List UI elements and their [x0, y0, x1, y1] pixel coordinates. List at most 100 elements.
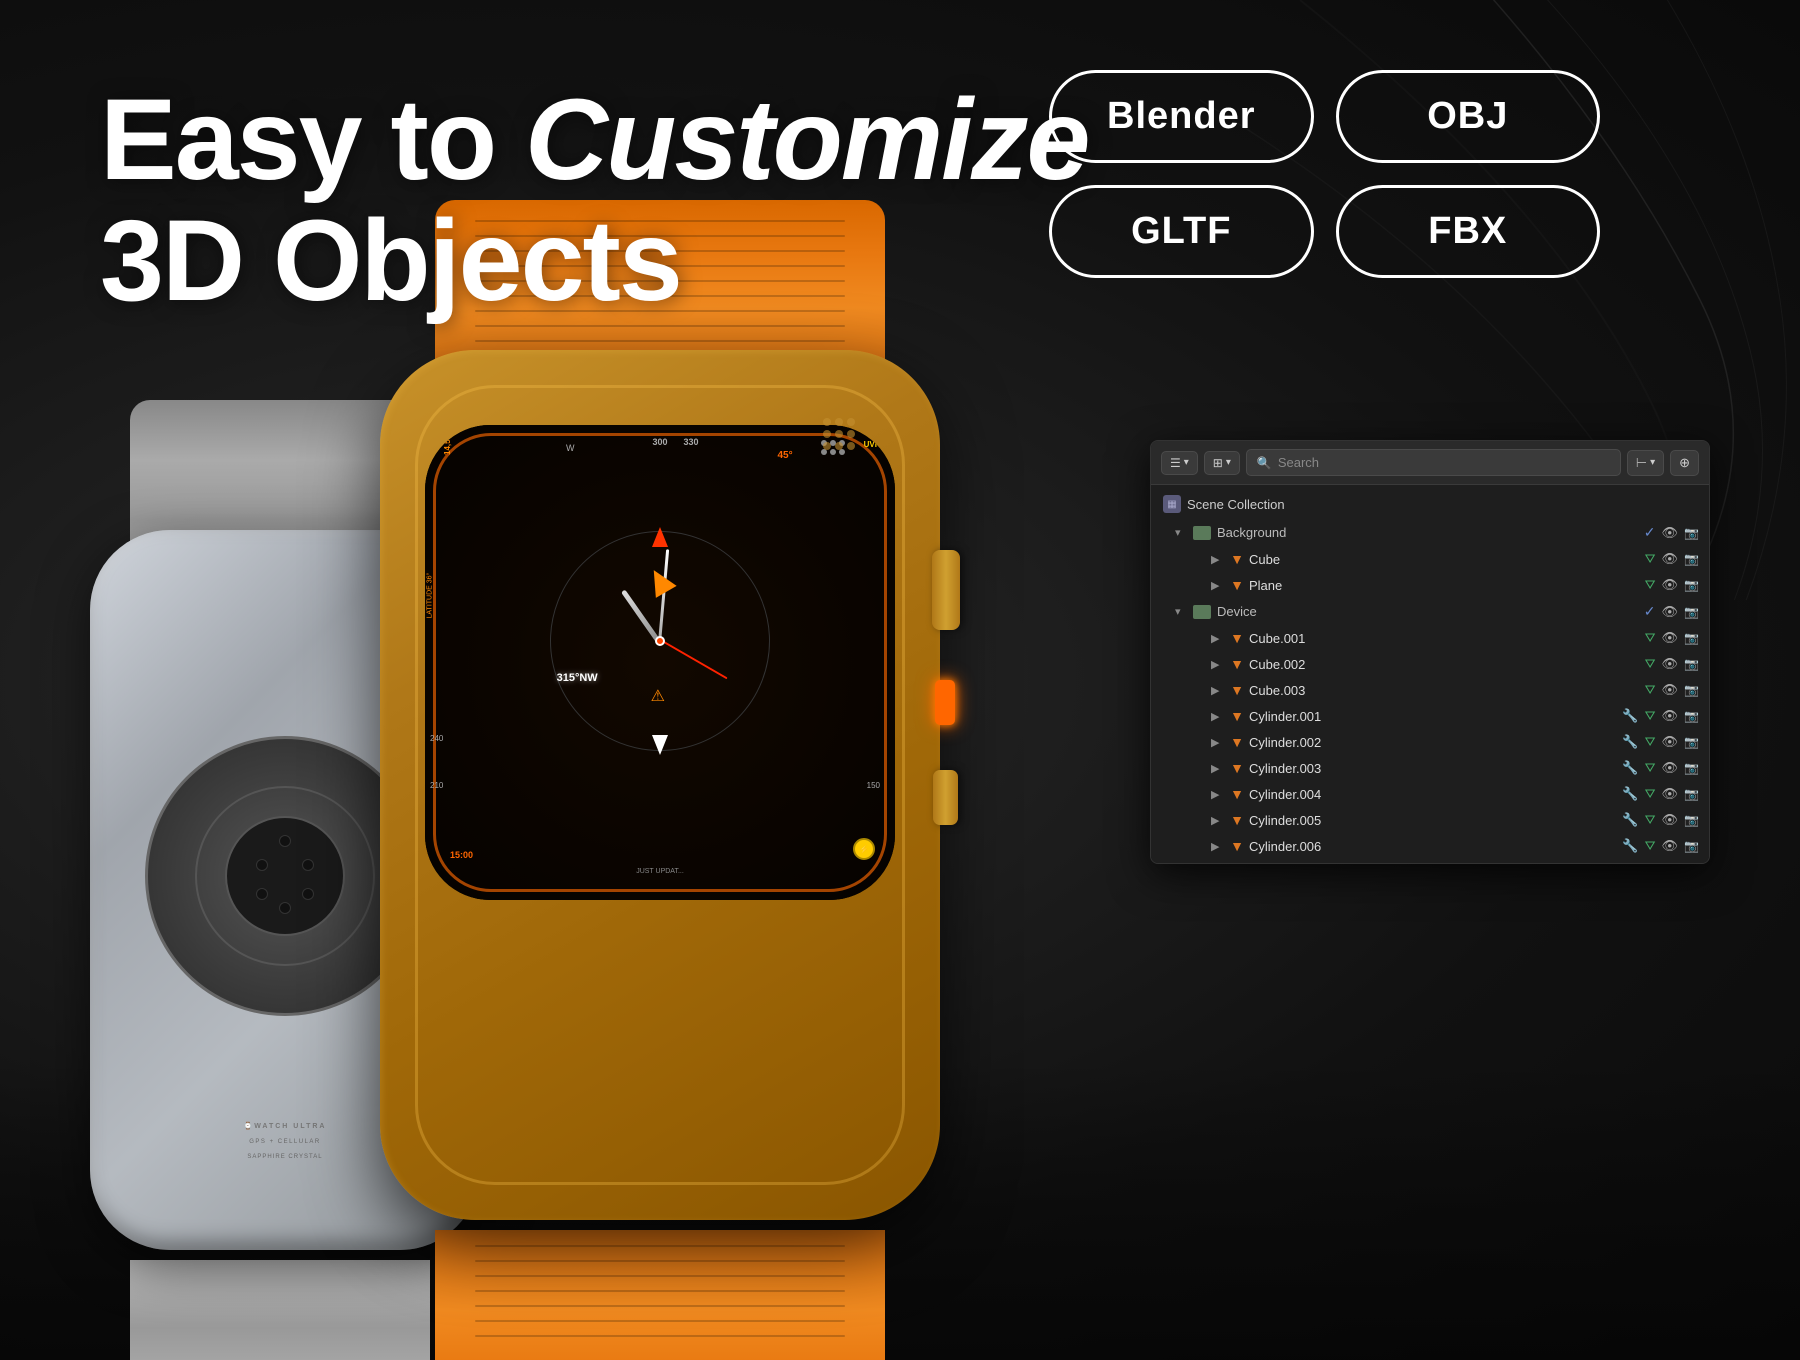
cyl001-funnel-icon[interactable]: ⛛ [1645, 708, 1656, 724]
view-mode-btn[interactable]: ☰ ▾ [1161, 451, 1198, 475]
cylinder005-label: Cylinder.005 [1249, 813, 1618, 828]
background-eye-icon[interactable]: 👁 [1662, 525, 1679, 541]
cyl001-eye-icon[interactable]: 👁 [1662, 708, 1679, 724]
expand-cube001-icon[interactable]: ▶ [1211, 632, 1225, 645]
plane-camera-icon[interactable]: 📷 [1684, 578, 1699, 592]
badge-gltf[interactable]: GLTF [1049, 185, 1313, 278]
device-camera-icon[interactable]: 📷 [1684, 605, 1699, 619]
plane-eye-icon[interactable]: 👁 [1662, 577, 1679, 593]
cyl005-funnel-icon[interactable]: ⛛ [1645, 812, 1656, 828]
title-highlight: Customize [525, 76, 1088, 204]
cyl004-funnel-icon[interactable]: ⛛ [1645, 786, 1656, 802]
cylinder003-label: Cylinder.003 [1249, 761, 1618, 776]
cyl003-wrench-icon[interactable]: 🔧 [1622, 760, 1638, 776]
expand-plane-icon[interactable]: ▶ [1211, 579, 1225, 592]
cyl001-wrench-icon[interactable]: 🔧 [1622, 708, 1638, 724]
expand-cube002-icon[interactable]: ▶ [1211, 658, 1225, 671]
plane-funnel-icon[interactable]: ⛛ [1645, 577, 1656, 593]
cube002-eye-icon[interactable]: 👁 [1662, 656, 1679, 672]
cyl005-eye-icon[interactable]: 👁 [1662, 812, 1679, 828]
expand-cube003-icon[interactable]: ▶ [1211, 684, 1225, 697]
background-group-row[interactable]: ▾ Background ✓ 👁 📷 [1151, 519, 1709, 546]
cube003-camera-icon[interactable]: 📷 [1684, 683, 1699, 697]
device-group-label: Device [1217, 604, 1640, 619]
cube003-row-icons: ⛛ 👁 📷 [1645, 682, 1699, 698]
cylinder003-row[interactable]: ▶ ▼ Cylinder.003 🔧 ⛛ 👁 📷 [1151, 755, 1709, 781]
scene-collection-row[interactable]: ▦ Scene Collection [1151, 489, 1709, 519]
cyl001-camera-icon[interactable]: 📷 [1684, 709, 1699, 723]
expand-background-icon[interactable]: ▾ [1175, 526, 1189, 539]
cyl002-camera-icon[interactable]: 📷 [1684, 735, 1699, 749]
cube003-row[interactable]: ▶ ▼ Cube.003 ⛛ 👁 📷 [1151, 677, 1709, 703]
cylinder006-row[interactable]: ▶ ▼ Cylinder.006 🔧 ⛛ 👁 📷 [1151, 833, 1709, 859]
device-group-row[interactable]: ▾ Device ✓ 👁 📷 [1151, 598, 1709, 625]
search-placeholder: Search [1278, 455, 1319, 470]
cyl006-wrench-icon[interactable]: 🔧 [1622, 838, 1638, 854]
cylinder003-row-icons: 🔧 ⛛ 👁 📷 [1622, 760, 1699, 776]
cyl002-wrench-icon[interactable]: 🔧 [1622, 734, 1638, 750]
cube001-eye-icon[interactable]: 👁 [1662, 630, 1679, 646]
expand-device-icon[interactable]: ▾ [1175, 605, 1189, 618]
expand-cyl002-icon[interactable]: ▶ [1211, 736, 1225, 749]
expand-cyl005-icon[interactable]: ▶ [1211, 814, 1225, 827]
cube003-eye-icon[interactable]: 👁 [1662, 682, 1679, 698]
cyl004-wrench-icon[interactable]: 🔧 [1622, 786, 1638, 802]
cube002-camera-icon[interactable]: 📷 [1684, 657, 1699, 671]
cyl002-funnel-icon[interactable]: ⛛ [1645, 734, 1656, 750]
cyl006-funnel-icon[interactable]: ⛛ [1645, 838, 1656, 854]
cube-mesh-icon: ▼ [1229, 551, 1245, 567]
cube003-funnel-icon[interactable]: ⛛ [1645, 682, 1656, 698]
cube002-funnel-icon[interactable]: ⛛ [1645, 656, 1656, 672]
cube001-row-icons: ⛛ 👁 📷 [1645, 630, 1699, 646]
cube001-row[interactable]: ▶ ▼ Cube.001 ⛛ 👁 📷 [1151, 625, 1709, 651]
filter-chevron-icon: ▾ [1650, 457, 1655, 468]
cube002-row[interactable]: ▶ ▼ Cube.002 ⛛ 👁 📷 [1151, 651, 1709, 677]
background-camera-icon[interactable]: 📷 [1684, 526, 1699, 540]
cyl003-camera-icon[interactable]: 📷 [1684, 761, 1699, 775]
search-box[interactable]: 🔍 Search [1246, 449, 1621, 476]
badge-fbx[interactable]: FBX [1336, 185, 1600, 278]
filter-btn[interactable]: ⊢ ▾ [1627, 450, 1664, 476]
plane-mesh-icon: ▼ [1229, 577, 1245, 593]
badge-obj[interactable]: OBJ [1336, 70, 1600, 163]
cyl006-camera-icon[interactable]: 📷 [1684, 839, 1699, 853]
add-collection-icon: ⊕ [1679, 455, 1690, 471]
cube-eye-icon[interactable]: 👁 [1662, 551, 1679, 567]
list-icon: ☰ [1170, 456, 1181, 470]
cyl003-eye-icon[interactable]: 👁 [1662, 760, 1679, 776]
expand-cyl001-icon[interactable]: ▶ [1211, 710, 1225, 723]
cylinder004-row-icons: 🔧 ⛛ 👁 📷 [1622, 786, 1699, 802]
device-eye-icon[interactable]: 👁 [1662, 604, 1679, 620]
cylinder002-row[interactable]: ▶ ▼ Cylinder.002 🔧 ⛛ 👁 📷 [1151, 729, 1709, 755]
display-mode-btn[interactable]: ⊞ ▾ [1204, 451, 1240, 475]
cyl003-funnel-icon[interactable]: ⛛ [1645, 760, 1656, 776]
cyl004-eye-icon[interactable]: 👁 [1662, 786, 1679, 802]
expand-cube-icon[interactable]: ▶ [1211, 553, 1225, 566]
expand-cyl004-icon[interactable]: ▶ [1211, 788, 1225, 801]
cube001-camera-icon[interactable]: 📷 [1684, 631, 1699, 645]
cyl006-eye-icon[interactable]: 👁 [1662, 838, 1679, 854]
badge-blender[interactable]: Blender [1049, 70, 1313, 163]
cylinder005-row[interactable]: ▶ ▼ Cylinder.005 🔧 ⛛ 👁 📷 [1151, 807, 1709, 833]
cyl004-camera-icon[interactable]: 📷 [1684, 787, 1699, 801]
device-folder-icon [1193, 605, 1211, 619]
cyl002-eye-icon[interactable]: 👁 [1662, 734, 1679, 750]
cube001-funnel-icon[interactable]: ⛛ [1645, 630, 1656, 646]
device-check-icon[interactable]: ✓ [1644, 603, 1656, 620]
expand-cyl003-icon[interactable]: ▶ [1211, 762, 1225, 775]
new-collection-btn[interactable]: ⊕ [1670, 450, 1699, 476]
cyl005-wrench-icon[interactable]: 🔧 [1622, 812, 1638, 828]
cylinder002-label: Cylinder.002 [1249, 735, 1618, 750]
plane-row[interactable]: ▶ ▼ Plane ⛛ 👁 📷 [1151, 572, 1709, 598]
cylinder001-row[interactable]: ▶ ▼ Cylinder.001 🔧 ⛛ 👁 📷 [1151, 703, 1709, 729]
cube002-row-icons: ⛛ 👁 📷 [1645, 656, 1699, 672]
cyl005-camera-icon[interactable]: 📷 [1684, 813, 1699, 827]
background-check-icon[interactable]: ✓ [1644, 524, 1656, 541]
cube-camera-icon[interactable]: 📷 [1684, 552, 1699, 566]
cube-funnel-icon[interactable]: ⛛ [1645, 551, 1656, 567]
cube-row[interactable]: ▶ ▼ Cube ⛛ 👁 📷 [1151, 546, 1709, 572]
scene-collection-label: Scene Collection [1187, 497, 1285, 512]
cube002-mesh-icon: ▼ [1229, 656, 1245, 672]
cylinder004-row[interactable]: ▶ ▼ Cylinder.004 🔧 ⛛ 👁 📷 [1151, 781, 1709, 807]
expand-cyl006-icon[interactable]: ▶ [1211, 840, 1225, 853]
